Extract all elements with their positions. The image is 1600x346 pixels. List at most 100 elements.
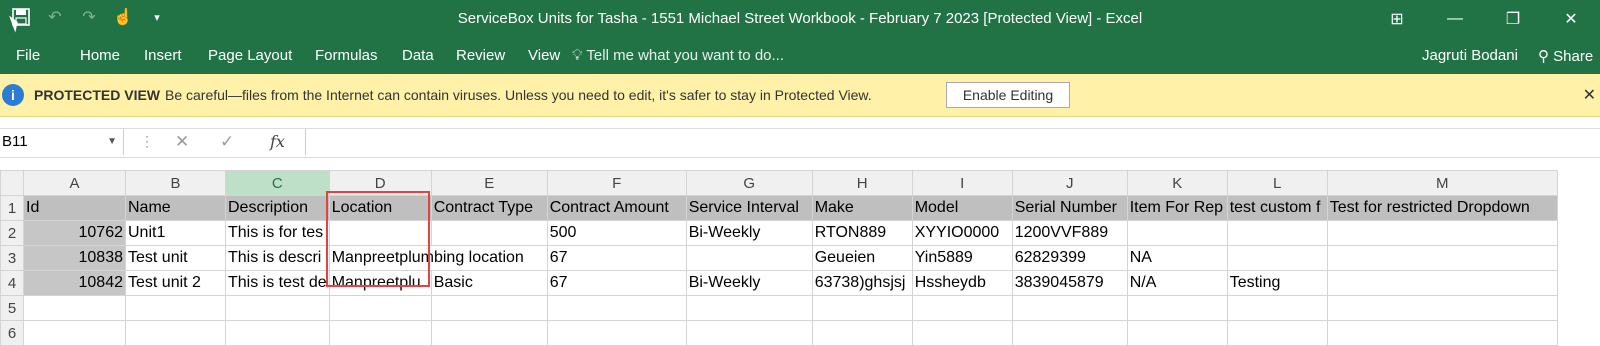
column-header-a[interactable]: A [23, 170, 126, 196]
cell[interactable] [546, 320, 687, 346]
tab-file[interactable]: File [16, 47, 40, 64]
cell[interactable] [225, 295, 330, 321]
user-name[interactable]: Jagruti Bodani [1422, 47, 1518, 64]
cell[interactable] [685, 295, 813, 321]
cell[interactable]: Hssheydb [911, 270, 1013, 296]
row-header[interactable]: 1 [0, 195, 24, 221]
cell[interactable] [125, 295, 226, 321]
column-header-l[interactable]: L [1226, 170, 1328, 196]
cell[interactable]: Location [328, 195, 432, 221]
column-header-e[interactable]: E [430, 170, 548, 196]
cancel-icon[interactable]: ✕ [175, 132, 189, 152]
cell[interactable] [1226, 295, 1328, 321]
cell[interactable]: 62829399 [1011, 245, 1128, 271]
cell[interactable] [1126, 295, 1228, 321]
tell-me-box[interactable]: 💡︎ Tell me what you want to do... [572, 47, 784, 64]
cell[interactable] [811, 320, 913, 346]
cell[interactable]: 1200VVF889 [1011, 220, 1128, 246]
cell[interactable]: Make [811, 195, 913, 221]
tab-formulas[interactable]: Formulas [315, 47, 378, 64]
cell[interactable]: Bi-Weekly [685, 270, 813, 296]
close-button[interactable]: ✕ [1542, 0, 1600, 38]
cell[interactable] [328, 220, 432, 246]
formula-input[interactable] [305, 129, 1600, 155]
cell[interactable]: 500 [546, 220, 687, 246]
cell[interactable] [1126, 320, 1228, 346]
cell[interactable] [1011, 295, 1128, 321]
cell[interactable] [1326, 220, 1558, 246]
cell[interactable]: Serial Number [1011, 195, 1128, 221]
cell[interactable]: Contract Type [430, 195, 548, 221]
cell[interactable]: This is for tes [225, 220, 330, 246]
cell[interactable] [430, 220, 548, 246]
tab-data[interactable]: Data [402, 47, 434, 64]
column-header-h[interactable]: H [811, 170, 913, 196]
cell[interactable]: test custom f [1226, 195, 1328, 221]
column-header-f[interactable]: F [546, 170, 687, 196]
cell[interactable]: Description [225, 195, 330, 221]
cell[interactable]: Test unit [125, 245, 226, 271]
column-header-i[interactable]: I [911, 170, 1013, 196]
cell[interactable] [430, 320, 548, 346]
tab-view[interactable]: View [528, 47, 560, 64]
column-header-k[interactable]: K [1126, 170, 1228, 196]
column-header-m[interactable]: M [1326, 170, 1558, 196]
cell[interactable]: 10762 [23, 220, 126, 246]
column-header-c[interactable]: C [225, 170, 330, 196]
cell[interactable] [328, 320, 432, 346]
cell[interactable]: 67 [546, 270, 687, 296]
cell[interactable] [1326, 295, 1558, 321]
tab-home[interactable]: Home [80, 47, 120, 64]
cell[interactable] [430, 295, 548, 321]
column-header-j[interactable]: J [1011, 170, 1128, 196]
cell[interactable] [911, 320, 1013, 346]
cell[interactable]: N/A [1126, 270, 1228, 296]
cell[interactable]: 3839045879 [1011, 270, 1128, 296]
cell[interactable]: 67 [546, 245, 687, 271]
cell[interactable]: Id [23, 195, 126, 221]
tab-insert[interactable]: Insert [144, 47, 182, 64]
cell[interactable] [1326, 245, 1558, 271]
cell[interactable] [1126, 220, 1228, 246]
row-header[interactable]: 6 [0, 320, 24, 346]
insert-function-icon[interactable]: fx [270, 132, 285, 151]
cell[interactable] [1326, 270, 1558, 296]
row-header[interactable]: 5 [0, 295, 24, 321]
row-header[interactable]: 3 [0, 245, 24, 271]
cell[interactable]: NA [1126, 245, 1228, 271]
cell[interactable]: This is descri [225, 245, 330, 271]
cell[interactable]: Testing [1226, 270, 1328, 296]
cell[interactable] [546, 295, 687, 321]
cell[interactable]: Manpreetplu [328, 270, 432, 296]
cell[interactable]: Bi-Weekly [685, 220, 813, 246]
cell[interactable] [685, 245, 813, 271]
cell[interactable]: RTON889 [811, 220, 913, 246]
select-all-corner[interactable] [0, 170, 24, 196]
cell[interactable] [1326, 320, 1558, 346]
cell[interactable] [685, 320, 813, 346]
cell[interactable]: Test unit 2 [125, 270, 226, 296]
cell[interactable] [1226, 220, 1328, 246]
cell[interactable]: Item For Rep [1126, 195, 1228, 221]
cell[interactable] [23, 320, 126, 346]
cell[interactable]: Unit1 [125, 220, 226, 246]
cell[interactable]: Manpreetplumbing location [328, 245, 548, 271]
share-button[interactable]: ⚲ Share [1538, 47, 1593, 65]
tab-review[interactable]: Review [456, 47, 505, 64]
cell[interactable] [328, 295, 432, 321]
column-header-g[interactable]: G [685, 170, 813, 196]
cell[interactable]: Model [911, 195, 1013, 221]
cell[interactable]: Basic [430, 270, 548, 296]
enable-editing-button[interactable]: Enable Editing [946, 82, 1070, 108]
cell[interactable]: 63738)ghsjsj [811, 270, 913, 296]
restore-button[interactable]: ❐ [1484, 0, 1542, 38]
column-header-b[interactable]: B [125, 170, 226, 196]
cell[interactable]: XYYIO0000 [911, 220, 1013, 246]
cell[interactable]: Test for restricted Dropdown [1326, 195, 1558, 221]
cell[interactable] [911, 295, 1013, 321]
close-icon[interactable]: ✕ [1583, 85, 1596, 105]
ribbon-display-icon[interactable]: ⊞ [1368, 0, 1426, 38]
row-header[interactable]: 2 [0, 220, 24, 246]
cell[interactable]: Yin5889 [911, 245, 1013, 271]
enter-icon[interactable]: ✓ [220, 132, 234, 152]
